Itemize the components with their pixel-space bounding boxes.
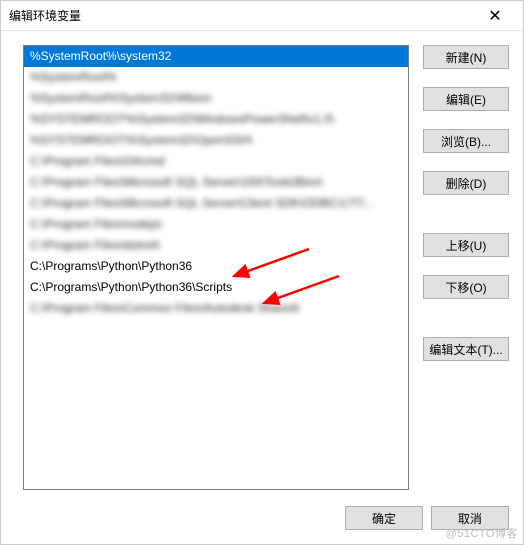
browse-button[interactable]: 浏览(B)... [423,129,509,153]
path-list-item[interactable]: C:\Program Files\Microsoft SQL Server\15… [24,172,408,193]
dialog-footer: 确定 取消 [1,498,523,544]
path-value: C:\Programs\Python\Python36 [30,259,192,273]
move-down-button[interactable]: 下移(O) [423,275,509,299]
content-area: %SystemRoot%\system32 %SystemRoot% %System… [1,31,523,498]
path-list-item[interactable]: C:\Program Files\Common Files\Autodesk S… [24,298,408,319]
path-list-item[interactable]: %SYSTEMROOT%\System32\OpenSSH\ [24,130,408,151]
path-value: C:\Program Files\nodejs\ [30,217,162,231]
path-list-item[interactable]: C:\Program Files\Git\cmd [24,151,408,172]
path-list-item[interactable]: %SystemRoot% [24,67,408,88]
path-list-item[interactable]: %SystemRoot%\System32\Wbem [24,88,408,109]
path-value: %SYSTEMROOT%\System32\OpenSSH\ [30,133,253,147]
environment-variable-editor-dialog: 编辑环境变量 ✕ %SystemRoot%\system32%SystemRoo… [0,0,524,545]
path-value: C:\Program Files\Microsoft SQL Server\15… [30,175,323,189]
path-list-item[interactable]: C:\Program Files\dotnet\ [24,235,408,256]
path-list-item[interactable]: C:\Program Files\nodejs\ [24,214,408,235]
path-value: %SYSTEMROOT%\System32\WindowsPowerShell\… [30,112,334,126]
path-list-item[interactable]: %SystemRoot%\system32 [24,46,408,67]
path-list-item[interactable]: C:\Programs\Python\Python36 [24,256,408,277]
edit-text-button[interactable]: 编辑文本(T)... [423,337,509,361]
close-button[interactable]: ✕ [475,2,515,30]
move-up-button[interactable]: 上移(U) [423,233,509,257]
path-value: C:\Program Files\Common Files\Autodesk S… [30,301,299,315]
path-listbox[interactable]: %SystemRoot%\system32 %SystemRoot% %System… [23,45,409,490]
path-value: C:\Program Files\Git\cmd [30,154,165,168]
path-list-item[interactable]: C:\Program Files\Microsoft SQL Server\Cl… [24,193,408,214]
delete-button[interactable]: 删除(D) [423,171,509,195]
path-value: %SystemRoot%\system32 [30,49,171,63]
path-list-item[interactable]: C:\Programs\Python\Python36\Scripts [24,277,408,298]
cancel-button[interactable]: 取消 [431,506,509,530]
path-value: %SystemRoot% [30,70,117,84]
path-value: C:\Programs\Python\Python36\Scripts [30,280,232,294]
button-sidebar: 新建(N) 编辑(E) 浏览(B)... 删除(D) 上移(U) 下移(O) 编… [423,45,509,490]
ok-button[interactable]: 确定 [345,506,423,530]
dialog-title: 编辑环境变量 [9,7,475,24]
path-value: %SystemRoot%\System32\Wbem [30,91,211,105]
path-value: C:\Program Files\Microsoft SQL Server\Cl… [30,196,374,210]
path-value: C:\Program Files\dotnet\ [30,238,160,252]
edit-button[interactable]: 编辑(E) [423,87,509,111]
new-button[interactable]: 新建(N) [423,45,509,69]
titlebar: 编辑环境变量 ✕ [1,1,523,31]
path-list-item[interactable]: %SYSTEMROOT%\System32\WindowsPowerShell\… [24,109,408,130]
